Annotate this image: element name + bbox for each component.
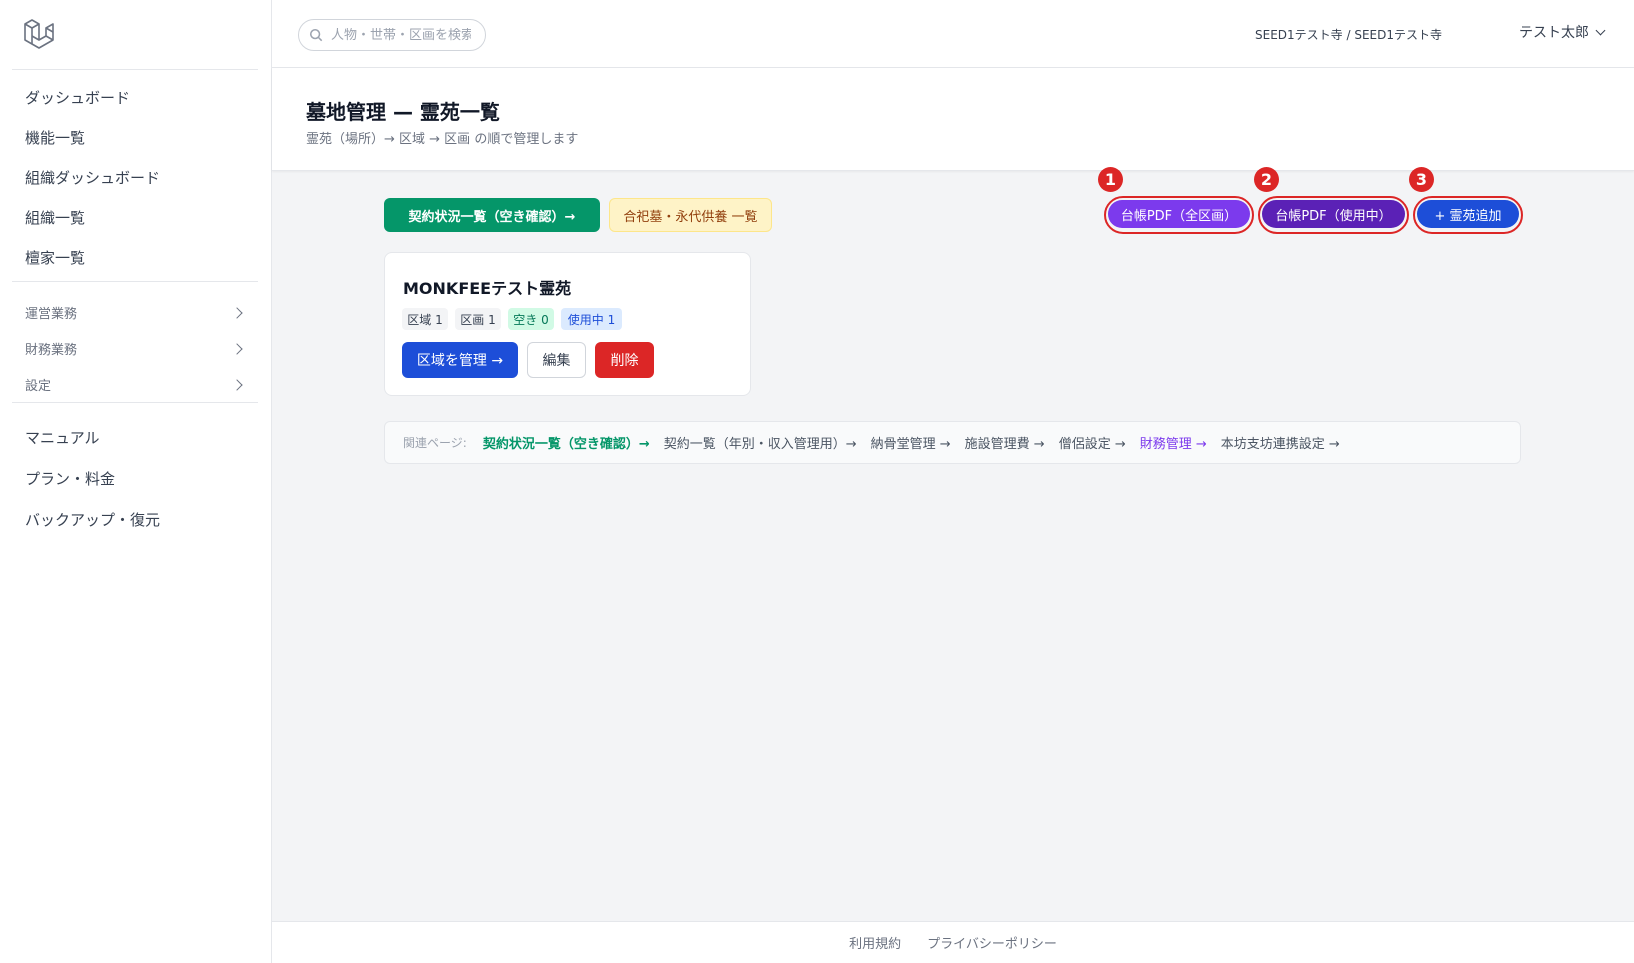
search-box[interactable] (298, 19, 486, 51)
plot-count-badge: 区画 1 (455, 308, 501, 330)
sidebar-group-label: 設定 (25, 379, 52, 394)
related-link-finance[interactable]: 財務管理 → (1140, 433, 1207, 452)
related-link-priest-settings[interactable]: 僧侶設定 → (1059, 433, 1126, 452)
related-link-contract-status[interactable]: 契約状況一覧（空き確認）→ (483, 433, 650, 452)
sidebar-item-dashboard[interactable]: ダッシュボード (25, 87, 130, 108)
app-logo-icon[interactable] (22, 18, 56, 52)
manage-areas-button[interactable]: 区域を管理 → (402, 342, 518, 378)
sidebar-item-features[interactable]: 機能一覧 (25, 127, 85, 148)
sidebar-item-backup[interactable]: バックアップ・復元 (25, 509, 160, 530)
cemetery-name: MONKFEEテスト霊苑 (403, 279, 572, 298)
user-name: テスト太郎 (1519, 25, 1589, 41)
current-organization: SEED1テスト寺 / SEED1テスト寺 (1255, 28, 1442, 42)
delete-button[interactable]: 削除 (595, 342, 654, 378)
chevron-right-icon (231, 342, 243, 355)
chevron-right-icon (231, 306, 243, 319)
sidebar-group-label: 財務業務 (25, 343, 78, 358)
sidebar-item-manual[interactable]: マニュアル (25, 427, 100, 448)
chevron-down-icon (1595, 25, 1606, 35)
search-icon (309, 28, 323, 42)
related-link-branch-settings[interactable]: 本坊支坊連携設定 → (1221, 433, 1340, 452)
sidebar-group-label: 運営業務 (25, 307, 78, 322)
annotation-badge: 1 (1098, 167, 1123, 192)
related-link-contract-list[interactable]: 契約一覧（年別・収入管理用）→ (664, 433, 857, 452)
sidebar-item-plans[interactable]: プラン・料金 (25, 468, 115, 489)
page-title: 墓地管理 — 霊苑一覧 (306, 100, 500, 124)
sidebar-divider (12, 281, 258, 282)
sidebar-group-settings[interactable]: 設定 (25, 375, 245, 394)
in-use-count-badge: 使用中 1 (561, 308, 622, 330)
sidebar-item-danka[interactable]: 檀家一覧 (25, 247, 85, 268)
add-cemetery-button[interactable]: + 霊苑追加 (1417, 200, 1519, 228)
memorial-list-button[interactable]: 合祀墓・永代供養 一覧 (609, 198, 772, 232)
contract-status-button[interactable]: 契約状況一覧（空き確認）→ (384, 198, 600, 232)
edit-button[interactable]: 編集 (527, 342, 586, 378)
sidebar-group-finance[interactable]: 財務業務 (25, 339, 245, 358)
ledger-pdf-in-use-button[interactable]: 台帳PDF（使用中） (1262, 200, 1405, 228)
privacy-link[interactable]: プライバシーポリシー (927, 933, 1057, 952)
chevron-right-icon (231, 378, 243, 391)
related-pages: 関連ページ: 契約状況一覧（空き確認）→ 契約一覧（年別・収入管理用）→ 納骨堂… (384, 421, 1521, 464)
top-bar: SEED1テスト寺 / SEED1テスト寺 テスト太郎 (272, 0, 1634, 68)
user-menu[interactable]: テスト太郎 (1519, 22, 1606, 42)
vacant-count-badge: 空き 0 (508, 308, 554, 330)
terms-link[interactable]: 利用規約 (849, 933, 901, 952)
sidebar-divider (12, 69, 258, 70)
page-subtitle: 霊苑（場所）→ 区域 → 区画 の順で管理します (306, 132, 579, 147)
page-header: 墓地管理 — 霊苑一覧 霊苑（場所）→ 区域 → 区画 の順で管理します (272, 68, 1634, 171)
sidebar-item-org-dashboard[interactable]: 組織ダッシュボード (25, 167, 160, 188)
ledger-pdf-all-button[interactable]: 台帳PDF（全区画） (1108, 200, 1250, 228)
cemetery-card: MONKFEEテスト霊苑 区域 1 区画 1 空き 0 使用中 1 区域を管理 … (384, 252, 751, 396)
sidebar-divider (12, 402, 258, 403)
sidebar-group-operations[interactable]: 運営業務 (25, 303, 245, 322)
annotation-badge: 2 (1254, 167, 1279, 192)
sidebar: ダッシュボード 機能一覧 組織ダッシュボード 組織一覧 檀家一覧 運営業務 財務… (0, 0, 272, 963)
annotation-badge: 3 (1409, 167, 1434, 192)
search-input[interactable] (331, 27, 471, 43)
related-pages-label: 関連ページ: (403, 436, 467, 450)
area-count-badge: 区域 1 (402, 308, 448, 330)
related-link-facility-fee[interactable]: 施設管理費 → (965, 433, 1045, 452)
sidebar-item-orgs[interactable]: 組織一覧 (25, 207, 85, 228)
related-link-ossuary[interactable]: 納骨堂管理 → (871, 433, 951, 452)
footer: 利用規約 プライバシーポリシー (272, 921, 1634, 963)
